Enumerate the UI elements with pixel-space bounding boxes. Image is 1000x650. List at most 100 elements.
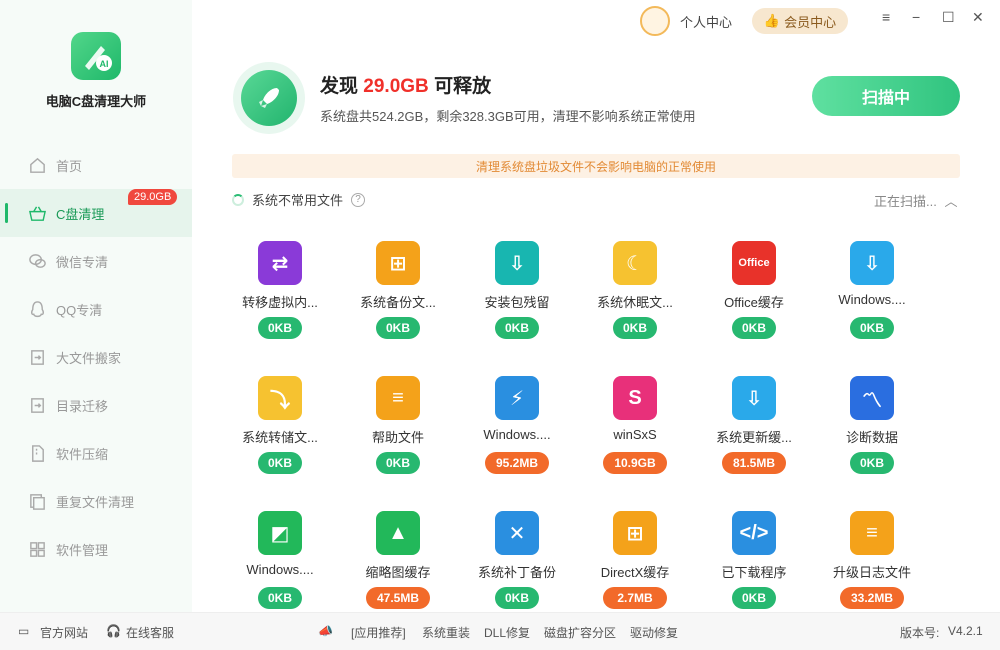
sidebar-item-duplicate[interactable]: 重复文件清理 bbox=[0, 477, 192, 525]
file-size-badge: 0KB bbox=[376, 317, 420, 339]
vip-center-button[interactable]: 👍 会员中心 bbox=[752, 8, 849, 34]
scan-status-text: 正在扫描... bbox=[874, 194, 937, 209]
recommend-label: [应用推荐] bbox=[351, 626, 406, 640]
avatar[interactable] bbox=[640, 6, 670, 36]
file-category-card[interactable]: ⤵ 系统转储文... 0KB bbox=[230, 376, 330, 486]
thumbs-up-icon: 👍 bbox=[763, 13, 781, 28]
file-category-card[interactable]: ⇄ 转移虚拟内... 0KB bbox=[230, 241, 330, 351]
home-icon bbox=[30, 157, 45, 173]
file-category-label: 缩略图缓存 bbox=[365, 565, 431, 580]
file-category-label: 转移虚拟内... bbox=[242, 295, 318, 310]
file-category-card[interactable]: ⚡ Windows.... 95.2MB bbox=[467, 376, 567, 486]
sidebar-item-compress[interactable]: 软件压缩 bbox=[0, 429, 192, 477]
tools-icon: ✕ bbox=[495, 511, 539, 555]
svg-text:AI: AI bbox=[100, 59, 109, 69]
app-logo: AI bbox=[71, 32, 121, 80]
file-category-card[interactable]: SwinSxS 10.9GB bbox=[585, 376, 685, 486]
file-category-card[interactable]: </> 已下载程序 0KB bbox=[704, 511, 804, 621]
file-category-card[interactable]: ⊞ DirectX缓存 2.7MB bbox=[585, 511, 685, 621]
help-folder-icon: ≡ bbox=[376, 376, 420, 420]
file-category-card[interactable]: ▲ 缩略图缓存 47.5MB bbox=[348, 511, 448, 621]
file-category-card[interactable]: Office Office缓存 0KB bbox=[704, 241, 804, 351]
dll-repair-link[interactable]: DLL修复 bbox=[484, 624, 530, 641]
file-category-card[interactable]: ⊞ 系统备份文... 0KB bbox=[348, 241, 448, 351]
chevron-up-icon: ︿ bbox=[944, 194, 958, 209]
file-category-card[interactable]: ⇩ 系统更新缓... 81.5MB bbox=[704, 376, 804, 486]
version-number: V4.2.1 bbox=[948, 624, 983, 638]
close-button[interactable]: ✕ bbox=[972, 9, 984, 26]
thumbnail-icon: ▲ bbox=[376, 511, 420, 555]
file-category-label: 系统转储文... bbox=[242, 430, 318, 445]
headset-icon: 🎧 bbox=[106, 624, 121, 638]
file-size-badge: 0KB bbox=[613, 317, 657, 339]
file-category-card[interactable]: ◩ Windows.... 0KB bbox=[230, 511, 330, 621]
sidebar-item-c-clean[interactable]: C盘清理 29.0GB bbox=[0, 189, 192, 237]
partition-link[interactable]: 磁盘扩容分区 bbox=[544, 624, 616, 641]
file-category-card[interactable]: ⇩ Windows.... 0KB bbox=[822, 241, 922, 351]
minimize-button[interactable]: − bbox=[912, 9, 920, 25]
file-size-badge: 0KB bbox=[850, 452, 894, 474]
sidebar-item-software[interactable]: 软件管理 bbox=[0, 525, 192, 573]
found-summary: 发现 29.0GB 可释放 bbox=[320, 76, 492, 97]
file-category-card[interactable]: 〽诊断数据 0KB bbox=[822, 376, 922, 486]
maximize-button[interactable]: ☐ bbox=[942, 9, 955, 26]
file-category-card[interactable]: ≡ 帮助文件 0KB bbox=[348, 376, 448, 486]
sidebar-item-wechat[interactable]: 微信专清 bbox=[0, 237, 192, 285]
user-center-link[interactable]: 个人中心 bbox=[680, 12, 732, 31]
found-size: 29.0GB bbox=[363, 76, 429, 97]
backup-folder-icon: ⊞ bbox=[376, 241, 420, 285]
scan-button[interactable]: 扫描中 bbox=[812, 76, 960, 116]
help-icon[interactable]: ? bbox=[351, 192, 366, 207]
vip-center-label: 会员中心 bbox=[784, 14, 837, 30]
file-category-label: 已下载程序 bbox=[721, 565, 787, 580]
sidebar-item-big-file[interactable]: 大文件搬家 bbox=[0, 333, 192, 381]
file-category-label: 系统补丁备份 bbox=[477, 565, 556, 580]
file-category-label: winSxS bbox=[613, 427, 657, 442]
basket-icon bbox=[29, 205, 46, 221]
file-category-label: Windows.... bbox=[483, 427, 551, 442]
file-category-label: 系统休眠文... bbox=[597, 295, 673, 310]
file-size-badge: 0KB bbox=[732, 317, 776, 339]
file-size-badge: 0KB bbox=[376, 452, 420, 474]
megaphone-icon: 📣 bbox=[318, 624, 333, 638]
file-size-badge: 0KB bbox=[258, 452, 302, 474]
file-category-label: 升级日志文件 bbox=[832, 565, 911, 580]
virtual-memory-icon: ⇄ bbox=[258, 241, 302, 285]
menu-icon[interactable]: ≡ bbox=[882, 9, 890, 25]
file-size-badge: 0KB bbox=[495, 317, 539, 339]
dump-folder-icon: ⤵ bbox=[258, 376, 302, 420]
file-category-label: DirectX缓存 bbox=[600, 565, 670, 580]
winsxs-icon: S bbox=[613, 376, 657, 420]
cloud-download-icon: ⇩ bbox=[850, 241, 894, 285]
sidebar-item-label: 首页 bbox=[56, 158, 83, 174]
loading-spinner-icon bbox=[232, 193, 244, 206]
file-category-card[interactable]: ✕ 系统补丁备份 0KB bbox=[467, 511, 567, 621]
file-size-badge: 81.5MB bbox=[722, 452, 786, 474]
sidebar-item-label: 大文件搬家 bbox=[56, 350, 122, 366]
topbar: 个人中心 👍 会员中心 bbox=[640, 6, 849, 36]
globe-icon: ▭ bbox=[18, 624, 30, 638]
file-category-label: Office缓存 bbox=[724, 295, 784, 310]
sidebar-item-label: 软件管理 bbox=[56, 542, 109, 558]
scan-status-toggle[interactable]: 正在扫描... ︿ bbox=[874, 191, 957, 210]
file-size-badge: 47.5MB bbox=[366, 587, 430, 609]
reinstall-link[interactable]: 系统重装 bbox=[422, 624, 470, 641]
file-category-card[interactable]: ☾ 系统休眠文... 0KB bbox=[585, 241, 685, 351]
sidebar-item-home[interactable]: 首页 bbox=[0, 141, 192, 189]
online-service-link[interactable]: 在线客服 bbox=[126, 624, 174, 641]
driver-repair-link[interactable]: 驱动修复 bbox=[630, 624, 678, 641]
folder-migrate-icon bbox=[31, 397, 44, 413]
sidebar-item-dir-migrate[interactable]: 目录迁移 bbox=[0, 381, 192, 429]
update-cloud-icon: ⇩ bbox=[732, 376, 776, 420]
file-size-badge: 0KB bbox=[732, 587, 776, 609]
sidebar-item-label: C盘清理 bbox=[56, 206, 105, 222]
directx-folder-icon: ⊞ bbox=[613, 511, 657, 555]
diagnostic-icon: 〽 bbox=[850, 376, 894, 420]
installer-icon: ⇩ bbox=[495, 241, 539, 285]
official-site-link[interactable]: 官方网站 bbox=[40, 624, 88, 641]
defender-shield-icon: ◩ bbox=[258, 511, 302, 555]
file-category-card[interactable]: ≡ 升级日志文件 33.2MB bbox=[822, 511, 922, 621]
file-category-card[interactable]: ⇩ 安装包残留 0KB bbox=[467, 241, 567, 351]
sidebar-item-qq[interactable]: QQ专清 bbox=[0, 285, 192, 333]
file-size-badge: 0KB bbox=[495, 587, 539, 609]
